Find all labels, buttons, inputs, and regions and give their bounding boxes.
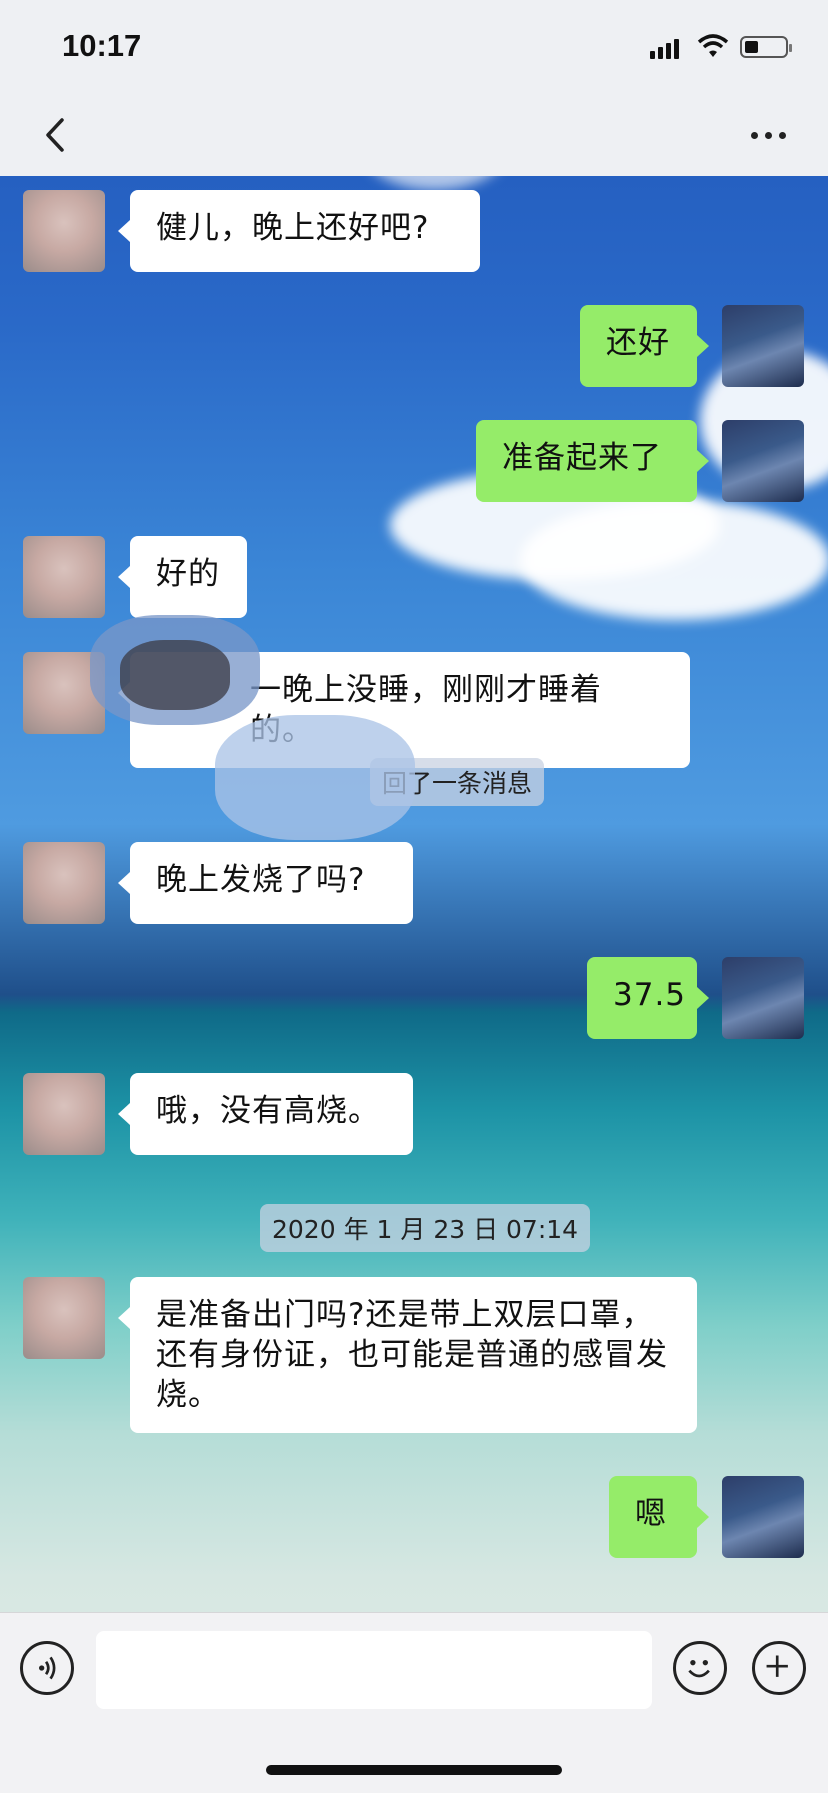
chevron-left-icon[interactable] [36,110,76,160]
message-bubble[interactable]: 好的 [118,536,247,618]
ellipsis-icon[interactable] [740,110,796,160]
message-bubble[interactable]: 是准备出门吗?还是带上双层口罩，还有身份证，也可能是普通的感冒发烧。 [118,1277,697,1433]
status-bar: 10:17 [0,0,828,96]
voice-icon[interactable] [20,1641,74,1695]
message-bubble[interactable]: 哦，没有高烧。 [118,1073,413,1155]
message-bubble[interactable]: 健儿，晚上还好吧? [118,190,480,272]
avatar[interactable] [23,842,105,924]
avatar[interactable] [722,420,804,502]
message-input[interactable] [96,1631,652,1709]
home-indicator [266,1765,562,1775]
message-bubble[interactable]: 嗯 [609,1476,709,1558]
avatar[interactable] [23,1073,105,1155]
message-bubble[interactable]: 37.5 [587,957,709,1039]
timestamp-label: 2020 年 1 月 23 日 07:14 [260,1204,591,1252]
cloud-decoration [520,500,828,620]
status-time: 10:17 [62,28,142,63]
battery-icon [740,36,792,58]
avatar[interactable] [722,957,804,1039]
message-bubble[interactable]: 准备起来了 [476,420,709,502]
plus-icon[interactable] [752,1641,806,1695]
avatar[interactable] [722,1476,804,1558]
wifi-icon [697,34,729,57]
nav-bar [0,96,828,176]
emoji-icon[interactable] [673,1641,727,1695]
redaction-scribble [120,640,230,710]
avatar[interactable] [23,190,105,272]
avatar[interactable] [722,305,804,387]
redaction-scribble [215,715,415,840]
signal-icon [650,37,679,59]
avatar[interactable] [23,536,105,618]
avatar[interactable] [23,1277,105,1359]
message-bubble[interactable]: 晚上发烧了吗? [118,842,413,924]
message-bubble[interactable]: 还好 [580,305,709,387]
